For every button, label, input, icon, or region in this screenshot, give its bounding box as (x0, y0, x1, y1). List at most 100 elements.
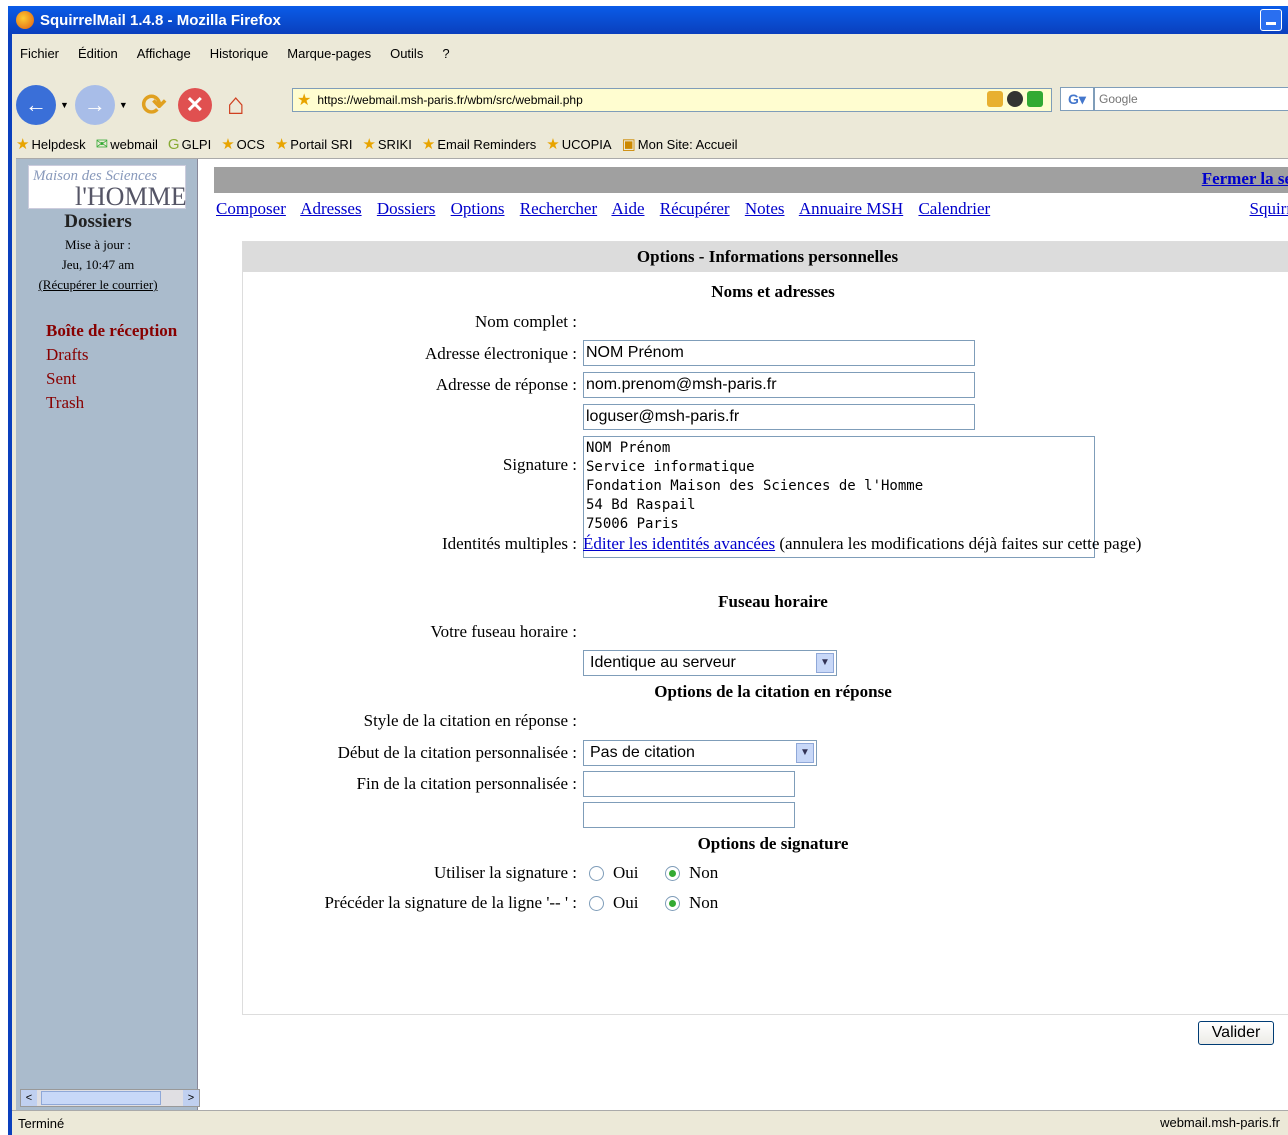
bookmark-label: OCS (236, 136, 265, 152)
bookmark-sriki[interactable]: ★ SRIKI (362, 135, 411, 153)
star-icon: ★ (421, 136, 436, 153)
bookmark-ucopia[interactable]: ★ UCOPIA (546, 135, 611, 153)
bookmark-webmail[interactable]: ✉ webmail (96, 135, 158, 153)
glpi-icon: G (167, 135, 180, 153)
go-icon[interactable] (1027, 91, 1043, 107)
menu-outils[interactable]: Outils (390, 46, 423, 61)
radio-checked-icon[interactable] (665, 895, 680, 911)
use-signature-oui[interactable]: Oui (589, 863, 639, 883)
updated-time: Jeu, 10:47 am (61, 257, 135, 272)
search-box: G▾ (1060, 86, 1288, 112)
radio-icon[interactable] (589, 895, 604, 911)
feed-icon[interactable] (1007, 91, 1023, 107)
reload-icon[interactable]: ⟳ (134, 85, 174, 125)
quote-end-field[interactable] (583, 802, 795, 828)
home-icon[interactable]: ⌂ (216, 85, 256, 125)
timezone-value: Identique au serveur (590, 654, 736, 671)
bookmark-label: Helpdesk (31, 136, 86, 152)
nav-aide[interactable]: Aide (611, 199, 644, 218)
window-titlebar: SquirrelMail 1.4.8 - Mozilla Firefox (8, 6, 1288, 34)
nav-composer[interactable]: Composer (216, 199, 286, 218)
nav-annuaire[interactable]: Annuaire MSH (799, 199, 903, 218)
full-name-field[interactable]: NOM Prénom (583, 340, 975, 366)
signature-label: Signature : (502, 455, 577, 474)
quote-end-label: Fin de la citation personnalisée : (356, 774, 577, 793)
top-navigation: Composer Adresses Dossiers Options Reche… (216, 199, 1001, 219)
folder-trash[interactable]: Trash (46, 393, 84, 413)
back-history-dropdown[interactable]: ▼ (60, 100, 69, 110)
menu-help[interactable]: ? (442, 46, 449, 61)
folder-sidebar: Maison des Sciences l'HOMME Dossiers Mis… (16, 159, 200, 1111)
chevron-down-icon[interactable]: ▼ (796, 743, 814, 763)
star-icon: ★ (546, 136, 560, 153)
squirrelmail-link[interactable]: Squirr (1250, 199, 1288, 219)
menu-affichage[interactable]: Affichage (137, 46, 191, 61)
star-icon: ★ (274, 136, 289, 153)
google-engine-icon[interactable]: G▾ (1060, 87, 1094, 111)
options-header: Options - Informations personnelles (243, 242, 1288, 272)
timezone-select[interactable]: Identique au serveur ▼ (583, 650, 837, 676)
firefox-icon (16, 11, 34, 29)
scroll-left-icon[interactable]: < (21, 1090, 37, 1106)
radio-icon[interactable] (589, 865, 604, 881)
refresh-mail-link[interactable]: (Récupérer le courrier) (16, 277, 180, 293)
nav-notes[interactable]: Notes (745, 199, 785, 218)
quote-style-label: Style de la citation en réponse : (363, 711, 577, 730)
edit-identities-link[interactable]: Éditer les identités avancées (583, 534, 775, 553)
timezone-section-title: Fuseau horaire (718, 592, 828, 611)
page-content: Maison des Sciences l'HOMME Dossiers Mis… (16, 158, 1288, 1111)
menu-fichier[interactable]: Fichier (20, 46, 59, 61)
nav-dossiers[interactable]: Dossiers (377, 199, 436, 218)
folder-inbox[interactable]: Boîte de réception (46, 321, 177, 341)
minimize-button[interactable] (1260, 9, 1282, 31)
nav-adresses[interactable]: Adresses (300, 199, 361, 218)
precede-signature-non[interactable]: Non (665, 893, 718, 913)
sidebar-scrollbar[interactable]: < > (20, 1089, 200, 1107)
chevron-down-icon[interactable]: ▼ (816, 653, 834, 673)
quote-style-value: Pas de citation (590, 744, 695, 761)
submit-button[interactable]: Valider (1198, 1021, 1274, 1045)
menu-marque-pages[interactable]: Marque-pages (287, 46, 371, 61)
search-input[interactable] (1094, 87, 1288, 111)
back-icon[interactable]: ← (16, 85, 56, 125)
url-bar[interactable]: ★ https://webmail.msh-paris.fr/wbm/src/w… (292, 88, 1052, 112)
main-pane: Fermer la se Composer Adresses Dossiers … (204, 159, 1288, 1111)
stop-icon[interactable]: ✕ (177, 88, 212, 122)
email-label: Adresse électronique : (425, 344, 577, 363)
radio-checked-icon[interactable] (665, 865, 680, 881)
nav-options[interactable]: Options (451, 199, 505, 218)
nav-calendrier[interactable]: Calendrier (918, 199, 990, 218)
folders-title: Dossiers (64, 211, 132, 232)
menu-historique[interactable]: Historique (210, 46, 269, 61)
use-signature-non[interactable]: Non (665, 863, 718, 883)
bookmark-label: Mon Site: Accueil (637, 136, 738, 152)
scroll-right-icon[interactable]: > (183, 1090, 199, 1106)
quote-start-field[interactable] (583, 771, 795, 797)
forward-history-dropdown[interactable]: ▼ (119, 100, 128, 110)
nav-rechercher[interactable]: Rechercher (520, 199, 597, 218)
menu-edition[interactable]: Édition (78, 46, 118, 61)
nav-recuperer[interactable]: Récupérer (660, 199, 730, 218)
bookmark-helpdesk[interactable]: ★ Helpdesk (16, 135, 86, 153)
bookmark-label: Email Reminders (437, 136, 537, 152)
logo-text-bottom: l'HOMME (75, 182, 187, 211)
bookmark-mon-site[interactable]: ▣ Mon Site: Accueil (622, 135, 738, 153)
top-bar (214, 167, 1288, 193)
bookmark-portail-sri[interactable]: ★ Portail SRI (275, 135, 353, 153)
folder-drafts[interactable]: Drafts (46, 345, 88, 365)
precede-signature-oui[interactable]: Oui (589, 893, 639, 913)
bookmark-ocs[interactable]: ★ OCS (221, 135, 265, 153)
scroll-thumb[interactable] (41, 1091, 161, 1105)
bookmark-label: webmail (110, 136, 158, 152)
bookmark-star-icon[interactable]: ★ (297, 90, 311, 110)
msh-logo: Maison des Sciences l'HOMME (28, 165, 187, 211)
folder-sent[interactable]: Sent (46, 369, 76, 389)
bookmark-email-reminders[interactable]: ★ Email Reminders (422, 135, 536, 153)
forward-icon[interactable]: → (74, 85, 115, 125)
bookmark-glpi[interactable]: G GLPI (168, 136, 211, 153)
quote-style-select[interactable]: Pas de citation ▼ (583, 740, 817, 766)
reply-address-field[interactable]: loguser@msh-paris.fr (583, 404, 975, 430)
logout-link[interactable]: Fermer la se (1202, 169, 1288, 189)
lock-icon[interactable] (987, 91, 1003, 107)
email-field[interactable]: nom.prenom@msh-paris.fr (583, 372, 975, 398)
